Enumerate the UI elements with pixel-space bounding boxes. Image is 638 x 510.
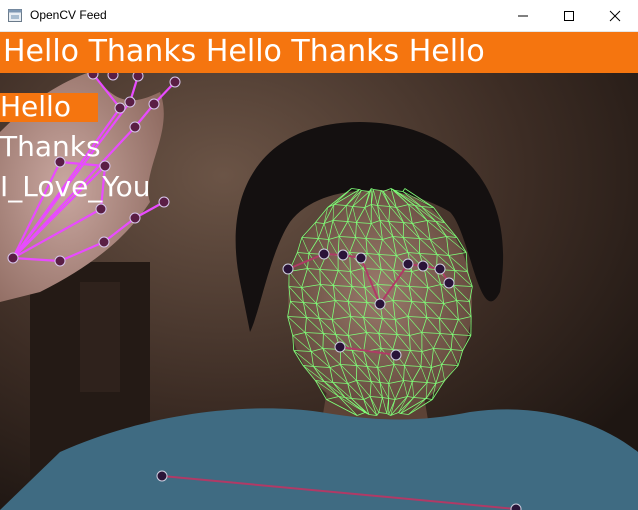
action-label-hello: Hello	[0, 90, 71, 123]
pose-landmark	[443, 277, 455, 289]
maximize-button[interactable]	[546, 0, 592, 32]
hand-landmark	[114, 102, 126, 114]
pose-landmark	[337, 249, 349, 261]
hand-landmark	[129, 212, 141, 224]
pose-landmark	[282, 263, 294, 275]
hand-landmark	[124, 96, 136, 108]
window-title: OpenCV Feed	[30, 8, 107, 22]
hand-landmark	[98, 236, 110, 248]
pose-landmark	[510, 503, 522, 510]
hand-landmark	[54, 255, 66, 267]
cabinet-panel	[80, 282, 120, 392]
hand-landmark	[158, 196, 170, 208]
close-icon	[609, 10, 621, 22]
pose-landmark	[374, 298, 386, 310]
pose-landmark	[434, 263, 446, 275]
minimize-icon	[518, 15, 528, 17]
hand-landmark	[148, 98, 160, 110]
pose-landmark	[334, 341, 346, 353]
pose-landmark	[417, 260, 429, 272]
hand-landmark	[95, 203, 107, 215]
minimize-button[interactable]	[500, 0, 546, 32]
face-mesh-edge	[322, 333, 324, 349]
pose-landmark	[156, 470, 168, 482]
window-titlebar: OpenCV Feed	[0, 0, 638, 32]
close-button[interactable]	[592, 0, 638, 32]
pose-landmark	[355, 252, 367, 264]
action-label-i-love-you: I_Love_You	[0, 170, 151, 203]
pose-landmark	[390, 349, 402, 361]
sentence-banner: Hello Thanks Hello Thanks Hello	[0, 32, 638, 73]
camera-feed: Hello Thanks Hello Thanks Hello Hello Th…	[0, 32, 638, 510]
sentence-text: Hello Thanks Hello Thanks Hello	[3, 34, 485, 69]
hand-landmark	[129, 121, 141, 133]
hand-landmark	[169, 76, 181, 88]
opencv-window-icon	[8, 9, 22, 22]
pose-landmark	[402, 258, 414, 270]
hand-landmark	[7, 252, 19, 264]
pose-landmark	[318, 248, 330, 260]
maximize-icon	[564, 11, 574, 21]
action-label-thanks: Thanks	[0, 130, 101, 163]
